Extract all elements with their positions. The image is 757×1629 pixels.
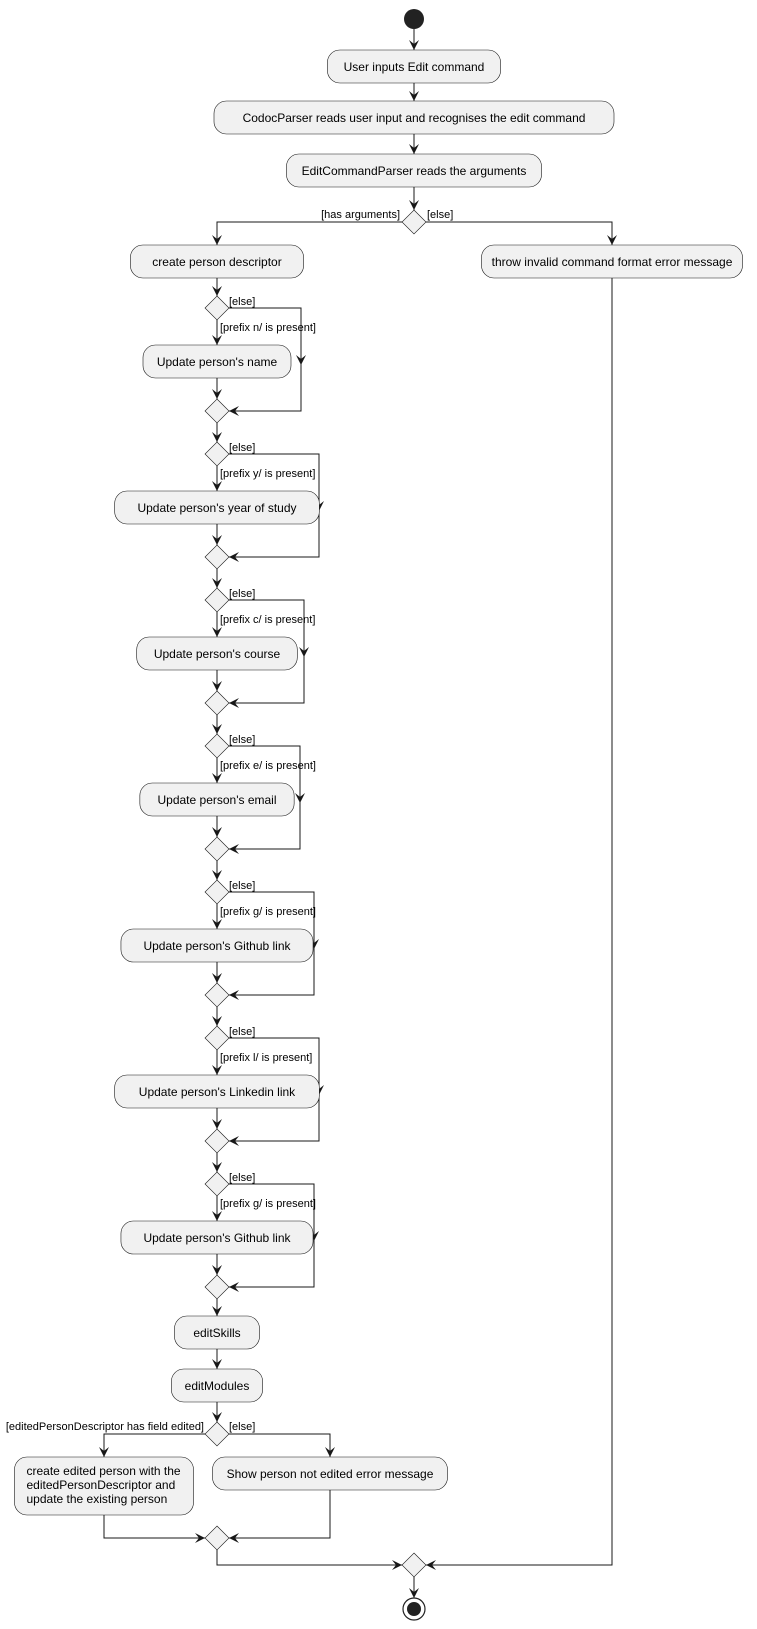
- merge-descriptor-edited: [204, 1525, 230, 1551]
- action-not-edited-error: Show person not edited error message: [212, 1456, 448, 1491]
- action-update-field: Update person's name: [142, 344, 292, 379]
- decision-descriptor-edited: [204, 1421, 230, 1447]
- merge-field-4: [204, 982, 230, 1008]
- action-update-field-text: Update person's name: [157, 355, 278, 369]
- activity-diagram: User inputs Edit command CodocParser read…: [6, 9, 743, 1621]
- guard-else: [else]: [229, 588, 255, 600]
- action-create-descriptor-text: create person descriptor: [152, 255, 281, 269]
- action-codoc-parser: CodocParser reads user input and recogni…: [213, 100, 615, 135]
- edge-line: [216, 221, 402, 245]
- action-edit-command-parser-text: EditCommandParser reads the arguments: [302, 164, 527, 178]
- action-edit-skills: editSkills: [174, 1315, 260, 1350]
- edge-line: [103, 1433, 205, 1457]
- merge-field-0: [204, 398, 230, 424]
- action-update-field-text: Update person's Github link: [143, 1231, 291, 1245]
- action-update-field: Update person's year of study: [114, 490, 320, 525]
- guard-prefix-present: [prefix g/ is present]: [220, 1198, 316, 1210]
- guard-else: [else]: [229, 1172, 255, 1184]
- guard-else: [else]: [229, 734, 255, 746]
- action-edit-modules-text: editModules: [185, 1379, 250, 1393]
- merge-field-2: [204, 690, 230, 716]
- action-edit-skills-text: editSkills: [193, 1326, 240, 1340]
- guard-prefix-present: [prefix y/ is present]: [220, 468, 315, 480]
- action-throw-error: throw invalid command format error messa…: [481, 244, 743, 279]
- action-create-edited-person: create edited person with theeditedPerso…: [14, 1456, 194, 1516]
- decision-field-6: [204, 1171, 230, 1197]
- edge-line: [103, 1515, 205, 1539]
- action-edit-command-parser: EditCommandParser reads the arguments: [286, 153, 542, 188]
- guard-else: [else]: [229, 442, 255, 454]
- guard-else: [else]: [229, 296, 255, 308]
- merge-final: [401, 1552, 427, 1578]
- decision-field-2: [204, 587, 230, 613]
- guard-prefix-present: [prefix n/ is present]: [220, 322, 316, 334]
- decision-field-4: [204, 879, 230, 905]
- merge-field-3: [204, 836, 230, 862]
- action-codoc-parser-text: CodocParser reads user input and recogni…: [243, 111, 586, 125]
- edge-line: [216, 1550, 402, 1566]
- guard-has-arguments: [has arguments]: [321, 209, 400, 221]
- guard-prefix-present: [prefix l/ is present]: [220, 1052, 312, 1064]
- action-create-edited-person-text: update the existing person: [27, 1492, 168, 1506]
- edge-line: [229, 1433, 331, 1457]
- action-update-field-text: Update person's year of study: [137, 501, 296, 515]
- nodes: User inputs Edit command CodocParser read…: [6, 9, 743, 1621]
- merge-field-1: [204, 544, 230, 570]
- guard-else: [else]: [229, 1421, 255, 1433]
- guard-else: [else]: [229, 1026, 255, 1038]
- action-update-field: Update person's Github link: [120, 928, 314, 963]
- edge-line: [229, 1490, 331, 1539]
- end-node-inner: [407, 1602, 421, 1616]
- guard-else: [else]: [229, 880, 255, 892]
- action-update-field: Update person's Linkedin link: [114, 1074, 320, 1109]
- action-edit-modules: editModules: [171, 1368, 263, 1403]
- guard-field-edited: [editedPersonDescriptor has field edited…: [6, 1421, 204, 1433]
- decision-field-0: [204, 295, 230, 321]
- edge-line: [426, 221, 613, 245]
- start-node: [404, 9, 424, 29]
- action-create-edited-person-text: create edited person with the: [27, 1464, 181, 1478]
- guard-prefix-present: [prefix c/ is present]: [220, 614, 315, 626]
- decision-field-5: [204, 1025, 230, 1051]
- decision-field-1: [204, 441, 230, 467]
- action-update-field-text: Update person's Github link: [143, 939, 291, 953]
- guard-prefix-present: [prefix g/ is present]: [220, 906, 316, 918]
- action-create-descriptor: create person descriptor: [130, 244, 304, 279]
- action-update-field: Update person's email: [139, 782, 295, 817]
- guard-prefix-present: [prefix e/ is present]: [220, 760, 316, 772]
- action-user-input-text: User inputs Edit command: [344, 60, 485, 74]
- action-not-edited-error-text: Show person not edited error message: [227, 1467, 434, 1481]
- action-update-field: Update person's course: [136, 636, 298, 671]
- action-create-edited-person-text: editedPersonDescriptor and: [27, 1478, 176, 1492]
- decision-has-arguments: [401, 209, 427, 235]
- edge-line: [426, 278, 613, 1566]
- action-update-field-text: Update person's course: [154, 647, 281, 661]
- action-update-field-text: Update person's email: [157, 793, 276, 807]
- action-throw-error-text: throw invalid command format error messa…: [492, 255, 733, 269]
- merge-field-5: [204, 1128, 230, 1154]
- merge-field-6: [204, 1274, 230, 1300]
- action-user-input: User inputs Edit command: [327, 49, 501, 84]
- action-update-field: Update person's Github link: [120, 1220, 314, 1255]
- guard-else: [else]: [427, 209, 453, 221]
- decision-field-3: [204, 733, 230, 759]
- action-update-field-text: Update person's Linkedin link: [139, 1085, 296, 1099]
